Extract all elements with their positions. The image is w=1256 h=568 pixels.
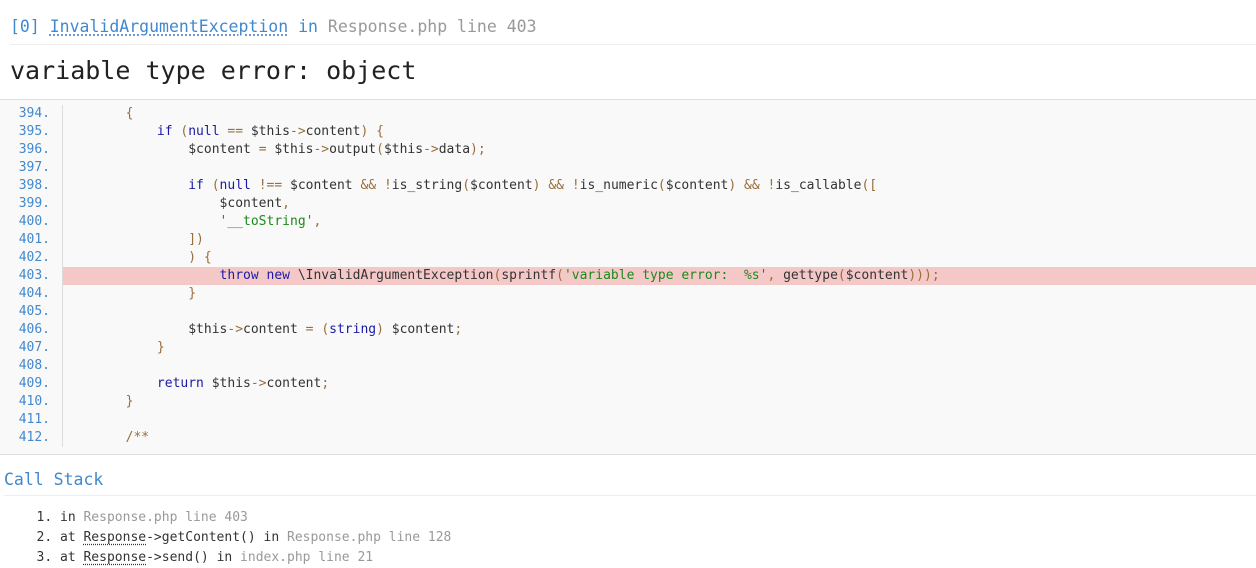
- line-number: 409.: [0, 375, 63, 393]
- line-number: 404.: [0, 285, 63, 303]
- code-text: /**: [125, 430, 150, 445]
- code-line: 394. {: [0, 105, 1256, 123]
- code-line-highlighted: 403. throw new \InvalidArgumentException…: [0, 267, 1256, 285]
- line-number: 397.: [0, 159, 63, 177]
- in-label: in: [298, 17, 318, 36]
- line-number: 401.: [0, 231, 63, 249]
- stack-file: Response.php line 128: [287, 530, 452, 545]
- code-line: 412. /**: [0, 429, 1256, 447]
- line-number: 406.: [0, 321, 63, 339]
- stack-prefix: in: [60, 510, 84, 525]
- exception-file: Response.php line 403: [327, 17, 537, 36]
- call-stack-item: in Response.php line 403: [60, 508, 1256, 528]
- exception-info: [0] InvalidArgumentException in Response…: [10, 0, 1256, 45]
- code-text: '__toString',: [219, 214, 322, 229]
- stack-in: in: [263, 530, 287, 545]
- stack-class[interactable]: Response: [83, 530, 146, 545]
- code-text: ) {: [188, 250, 212, 265]
- stack-file: Response.php line 403: [83, 510, 248, 525]
- exception-index: [0]: [10, 17, 40, 36]
- code-text: return $this->content;: [156, 376, 330, 391]
- line-number: 412.: [0, 429, 63, 447]
- line-number: 403.: [0, 267, 63, 285]
- code-text: $this->content = (string) $content;: [188, 322, 463, 337]
- stack-in: in: [216, 550, 241, 565]
- line-number: 405.: [0, 303, 63, 321]
- code-text: }: [156, 340, 165, 355]
- code-line: 410. }: [0, 393, 1256, 411]
- code-line: 397.: [0, 159, 1256, 177]
- code-line: 401. ]): [0, 231, 1256, 249]
- code-line: 398. if (null !== $content && !is_string…: [0, 177, 1256, 195]
- line-number: 394.: [0, 105, 63, 123]
- line-number: 407.: [0, 339, 63, 357]
- code-text: if (null == $this->content) {: [156, 124, 384, 139]
- code-line: 395. if (null == $this->content) {: [0, 123, 1256, 141]
- code-line: 404. }: [0, 285, 1256, 303]
- code-text: throw new \InvalidArgumentException(spri…: [63, 267, 1256, 285]
- code-text: if (null !== $content && !is_string($con…: [188, 178, 878, 193]
- code-line: 405.: [0, 303, 1256, 321]
- code-line: 399. $content,: [0, 195, 1256, 213]
- code-line: 400. '__toString',: [0, 213, 1256, 231]
- code-line: 409. return $this->content;: [0, 375, 1256, 393]
- code-line: 396. $content = $this->output($this->dat…: [0, 141, 1256, 159]
- line-number: 398.: [0, 177, 63, 195]
- line-number: 410.: [0, 393, 63, 411]
- stack-prefix: at: [60, 550, 84, 565]
- line-number: 399.: [0, 195, 63, 213]
- stack-method: ->send(): [146, 550, 217, 565]
- code-line: 411.: [0, 411, 1256, 429]
- call-stack-item: at Response->getContent() in Response.ph…: [60, 528, 1256, 548]
- line-number: 396.: [0, 141, 63, 159]
- code-line: 407. }: [0, 339, 1256, 357]
- line-number: 395.: [0, 123, 63, 141]
- stack-class[interactable]: Response: [83, 550, 146, 565]
- call-stack-item: at Response->send() in index.php line 21: [60, 548, 1256, 568]
- line-number: 400.: [0, 213, 63, 231]
- call-stack-title: Call Stack: [4, 469, 1256, 496]
- source-code: 394. {395. if (null == $this->content) {…: [0, 99, 1256, 455]
- code-line: 408.: [0, 357, 1256, 375]
- code-line: 406. $this->content = (string) $content;: [0, 321, 1256, 339]
- code-text: $content,: [219, 196, 290, 211]
- code-text: }: [188, 286, 197, 301]
- error-message: variable type error: object: [10, 56, 417, 85]
- stack-file: index.php line 21: [240, 550, 374, 565]
- code-text: }: [125, 394, 134, 409]
- code-text: ]): [188, 232, 204, 247]
- stack-prefix: at: [60, 530, 84, 545]
- exception-class[interactable]: InvalidArgumentException: [50, 17, 288, 36]
- stack-method: ->getContent(): [146, 530, 264, 545]
- line-number: 411.: [0, 411, 63, 429]
- code-line: 402. ) {: [0, 249, 1256, 267]
- code-text: $content = $this->output($this->data);: [188, 142, 486, 157]
- code-text: {: [125, 106, 134, 121]
- call-stack-list: in Response.php line 403at Response->get…: [0, 508, 1256, 568]
- line-number: 408.: [0, 357, 63, 375]
- line-number: 402.: [0, 249, 63, 267]
